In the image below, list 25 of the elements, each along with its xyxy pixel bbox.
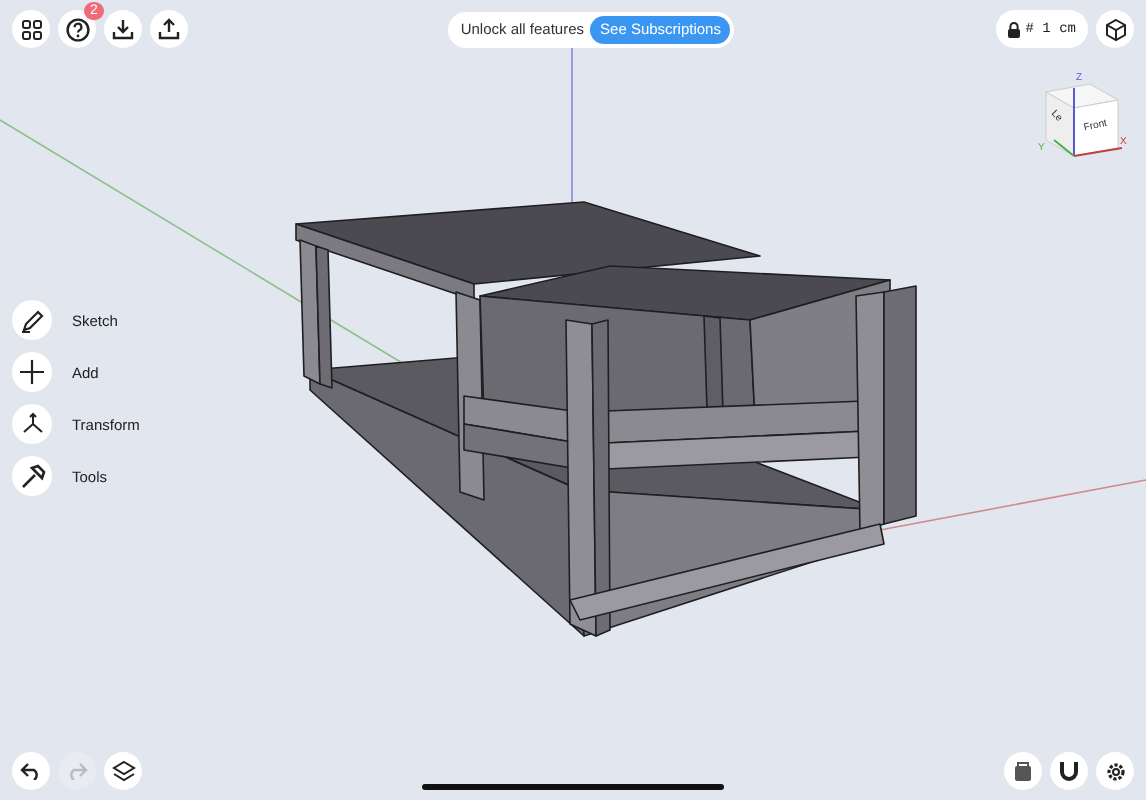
lock-icon	[1007, 21, 1020, 37]
settings-button[interactable]	[1096, 752, 1134, 790]
view-button[interactable]	[1096, 10, 1134, 48]
help-icon	[65, 17, 89, 41]
settings-icon	[1103, 759, 1127, 783]
magnet-icon	[1058, 760, 1080, 782]
layers-button[interactable]	[104, 752, 142, 790]
hammer-icon	[19, 463, 45, 489]
share-icon	[158, 18, 180, 40]
share-button[interactable]	[150, 10, 188, 48]
redo-icon	[66, 762, 88, 780]
layers-icon	[111, 759, 135, 783]
cube-icon	[1103, 17, 1127, 41]
undo-button[interactable]	[12, 752, 50, 790]
bucket-icon	[1012, 760, 1034, 782]
undo-icon	[20, 762, 42, 780]
magnet-button[interactable]	[1050, 752, 1088, 790]
materials-button[interactable]	[1004, 752, 1042, 790]
grid-icon	[21, 19, 41, 39]
download-button[interactable]	[104, 10, 142, 48]
transform-icon	[19, 412, 45, 436]
plus-icon	[20, 360, 44, 384]
pencil-icon	[19, 307, 45, 333]
download-icon	[112, 18, 134, 40]
grid-button[interactable]	[12, 10, 50, 48]
